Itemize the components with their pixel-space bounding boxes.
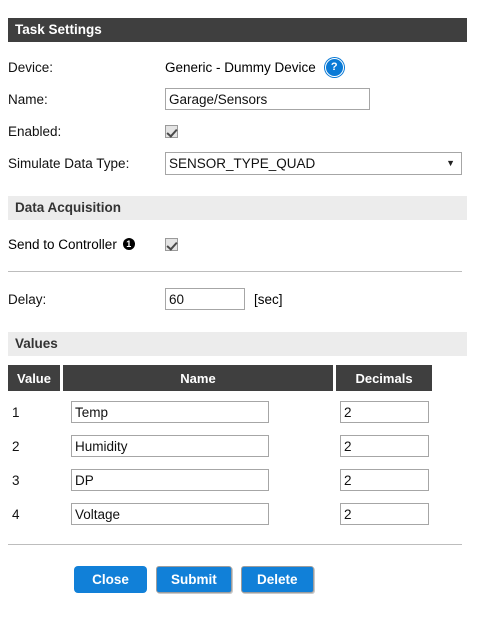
row-decimals-cell <box>336 435 432 457</box>
row-name-cell <box>63 401 333 423</box>
simulate-data-type-select[interactable]: SENSOR_TYPE_QUAD <box>165 151 462 175</box>
name-label: Name: <box>8 91 48 107</box>
send-to-controller-value-group <box>165 237 178 251</box>
enabled-checkbox[interactable] <box>165 124 178 138</box>
close-button[interactable]: Close <box>74 566 147 593</box>
row-decimals-cell <box>336 401 432 423</box>
footer-button-bar: Close Submit Delete <box>0 566 500 593</box>
column-header-decimals: Decimals <box>336 365 432 391</box>
device-label: Device: <box>8 59 54 75</box>
delay-label: Delay: <box>8 291 47 307</box>
simulate-data-type-value-group: SENSOR_TYPE_QUAD ▼ <box>165 151 462 175</box>
row-enabled: Enabled: <box>0 115 500 147</box>
value-decimals-input[interactable] <box>340 401 429 423</box>
row-send-to-controller: Send to Controller 1 <box>0 228 500 260</box>
row-delay: Delay: [sec] <box>0 283 500 315</box>
row-decimals-cell <box>336 503 432 525</box>
column-header-name: Name <box>63 365 333 391</box>
row-name: Name: <box>0 83 500 115</box>
delay-unit-label: [sec] <box>254 291 283 307</box>
help-question-icon[interactable]: ? <box>324 57 344 77</box>
table-row: 3 <box>8 463 467 497</box>
value-name-input[interactable] <box>71 435 269 457</box>
value-decimals-input[interactable] <box>340 435 429 457</box>
row-name-cell <box>63 503 333 525</box>
send-to-controller-label-group: Send to Controller 1 <box>8 237 165 252</box>
row-device: Device: Generic - Dummy Device ? <box>0 51 500 83</box>
table-row: 4 <box>8 497 467 531</box>
section-header-task-settings: Task Settings <box>8 18 467 42</box>
device-value: Generic - Dummy Device <box>165 59 316 75</box>
device-value-group: Generic - Dummy Device ? <box>165 57 344 77</box>
row-index: 3 <box>12 472 20 488</box>
column-header-value: Value <box>8 365 60 391</box>
row-name-cell <box>63 469 333 491</box>
name-value-group <box>165 88 370 110</box>
delay-value-group: [sec] <box>165 288 283 310</box>
send-to-controller-checkbox[interactable] <box>165 237 178 251</box>
simulate-data-type-label: Simulate Data Type: <box>8 155 130 171</box>
row-index: 2 <box>12 438 20 454</box>
value-name-input[interactable] <box>71 469 269 491</box>
section-header-values: Values <box>8 332 467 356</box>
divider-above-buttons <box>8 544 462 545</box>
row-simulate-data-type: Simulate Data Type: SENSOR_TYPE_QUAD ▼ <box>0 147 500 179</box>
info-badge-icon[interactable]: 1 <box>122 238 135 250</box>
value-decimals-input[interactable] <box>340 503 429 525</box>
section-header-data-acquisition: Data Acquisition <box>8 196 467 220</box>
enabled-value-group <box>165 124 178 138</box>
table-row: 1 <box>8 395 467 429</box>
table-row: 2 <box>8 429 467 463</box>
value-name-input[interactable] <box>71 401 269 423</box>
value-name-input[interactable] <box>71 503 269 525</box>
row-index: 4 <box>12 506 20 522</box>
value-decimals-input[interactable] <box>340 469 429 491</box>
delete-button[interactable]: Delete <box>240 566 314 593</box>
send-to-controller-label: Send to Controller <box>8 236 117 252</box>
row-name-cell <box>63 435 333 457</box>
enabled-label: Enabled: <box>8 123 62 139</box>
delay-input[interactable] <box>165 288 245 310</box>
values-table-header: Value Name Decimals <box>8 365 467 391</box>
simulate-data-type-select-wrap: SENSOR_TYPE_QUAD ▼ <box>165 151 462 175</box>
task-settings-page: Task Settings Device: Generic - Dummy De… <box>0 0 500 644</box>
name-input[interactable] <box>165 88 370 110</box>
values-table: Value Name Decimals 1 2 3 <box>8 365 467 531</box>
row-decimals-cell <box>336 469 432 491</box>
submit-button[interactable]: Submit <box>156 566 232 593</box>
row-index: 1 <box>12 404 20 420</box>
